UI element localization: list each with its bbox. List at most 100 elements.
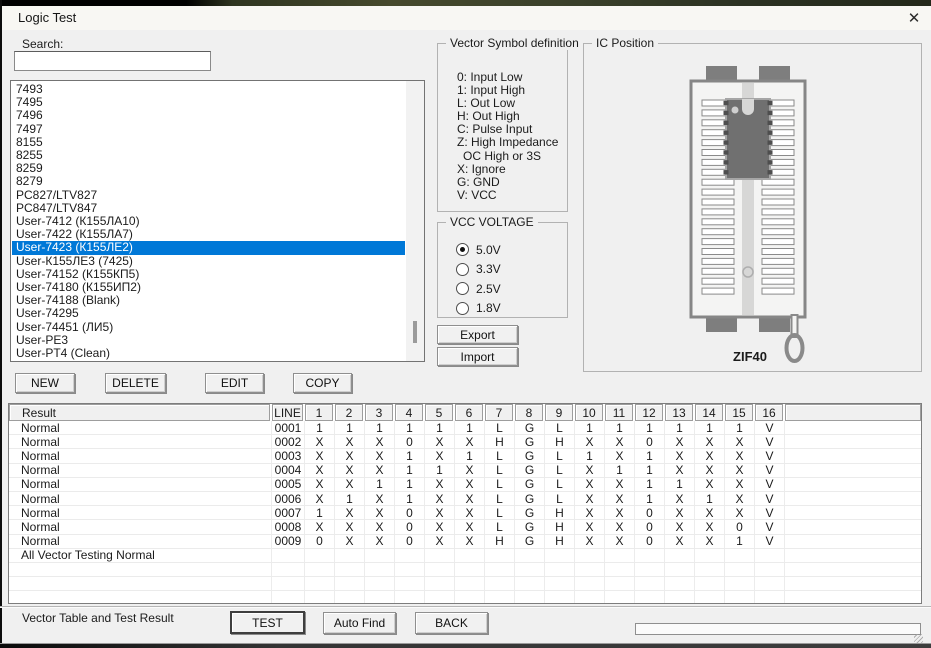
- value-cell: [515, 549, 545, 562]
- list-item[interactable]: User-74451 (ЛИ5): [12, 321, 405, 334]
- list-item[interactable]: 7497: [12, 123, 405, 136]
- value-cell: H: [545, 535, 575, 548]
- radio-icon[interactable]: [456, 243, 469, 256]
- column-header[interactable]: 8: [515, 404, 543, 421]
- value-cell: 1: [695, 421, 725, 434]
- list-item[interactable]: User-7412 (К155ЛА10): [12, 215, 405, 228]
- list-item[interactable]: 8155: [12, 136, 405, 149]
- column-header[interactable]: 13: [665, 404, 693, 421]
- value-cell: 1: [575, 449, 605, 462]
- list-item[interactable]: 7495: [12, 96, 405, 109]
- import-button[interactable]: Import: [437, 347, 518, 366]
- column-header[interactable]: [785, 404, 921, 421]
- table-row[interactable]: Normal0002XXX0XXHGHXX0XXXV: [9, 435, 921, 449]
- close-icon[interactable]: ✕: [904, 8, 924, 28]
- new-button[interactable]: NEW: [15, 373, 75, 393]
- column-header[interactable]: 15: [725, 404, 753, 421]
- value-cell: X: [695, 435, 725, 448]
- column-header[interactable]: 16: [755, 404, 783, 421]
- column-header[interactable]: 9: [545, 404, 573, 421]
- column-header[interactable]: 4: [395, 404, 423, 421]
- table-row[interactable]: Normal0006X1X1XXLGLXX1X1XV: [9, 492, 921, 506]
- table-row[interactable]: [9, 563, 921, 577]
- test-button[interactable]: TEST: [230, 611, 305, 634]
- radio-icon[interactable]: [456, 282, 469, 295]
- column-header[interactable]: 6: [455, 404, 483, 421]
- chip-listbox[interactable]: 74937495749674978155825582598279PC827/LT…: [10, 80, 425, 362]
- resize-grip-icon[interactable]: [914, 634, 923, 643]
- value-cell: [395, 577, 425, 590]
- list-item[interactable]: 8255: [12, 149, 405, 162]
- column-header[interactable]: 1: [305, 404, 333, 421]
- list-item[interactable]: User-7423 (К155ЛЕ2): [12, 241, 405, 254]
- value-cell: X: [575, 492, 605, 505]
- value-cell: [545, 549, 575, 562]
- table-row[interactable]: All Vector Testing Normal: [9, 549, 921, 563]
- column-header[interactable]: 11: [605, 404, 633, 421]
- auto-find-button[interactable]: Auto Find: [323, 612, 396, 634]
- export-button[interactable]: Export: [437, 325, 518, 344]
- value-cell: [335, 563, 365, 576]
- list-item[interactable]: PC827/LTV827: [12, 189, 405, 202]
- value-cell: X: [425, 535, 455, 548]
- list-item[interactable]: PC847/LTV847: [12, 202, 405, 215]
- list-item[interactable]: User-74295: [12, 307, 405, 320]
- value-cell: 0: [395, 435, 425, 448]
- table-row[interactable]: Normal00090XX0XXHGHXX0XX1V: [9, 535, 921, 549]
- edit-button[interactable]: EDIT: [205, 373, 264, 393]
- search-input[interactable]: [14, 51, 211, 71]
- column-header[interactable]: 3: [365, 404, 393, 421]
- list-item[interactable]: User-7422 (К155ЛА7): [12, 228, 405, 241]
- table-row[interactable]: Normal0001111111LGL111111V: [9, 421, 921, 435]
- vcc-option[interactable]: 1.8V: [456, 299, 501, 319]
- back-button[interactable]: BACK: [415, 612, 488, 634]
- value-cell: X: [365, 520, 395, 533]
- value-cell: [335, 591, 365, 604]
- column-header[interactable]: LINE: [272, 404, 303, 421]
- table-row[interactable]: Normal0008XXX0XXLGHXX0XX0V: [9, 520, 921, 534]
- scrollbar-thumb[interactable]: [413, 321, 417, 343]
- line-cell: 0007: [272, 506, 305, 519]
- listbox-scrollbar[interactable]: [406, 81, 424, 361]
- vcc-option[interactable]: 2.5V: [456, 279, 501, 299]
- column-header[interactable]: 7: [485, 404, 513, 421]
- table-row[interactable]: [9, 577, 921, 591]
- list-item[interactable]: 7496: [12, 109, 405, 122]
- value-cell: L: [545, 478, 575, 491]
- list-item[interactable]: 8259: [12, 162, 405, 175]
- table-row[interactable]: Normal0003XXX1X1LGL1X1XXXV: [9, 449, 921, 463]
- vector-symbol-title: Vector Symbol definition: [446, 36, 583, 50]
- value-cell: X: [335, 464, 365, 477]
- value-cell: [665, 549, 695, 562]
- table-row[interactable]: Normal0005XX11XXLGLXX11XXV: [9, 478, 921, 492]
- value-cell: X: [425, 520, 455, 533]
- radio-icon[interactable]: [456, 263, 469, 276]
- delete-button[interactable]: DELETE: [105, 373, 166, 393]
- value-cell: X: [695, 520, 725, 533]
- column-header[interactable]: 10: [575, 404, 603, 421]
- column-header[interactable]: Result: [9, 404, 270, 421]
- list-item[interactable]: 7493: [12, 83, 405, 96]
- list-item[interactable]: User-PT4 (Clean): [12, 347, 405, 360]
- copy-button[interactable]: COPY: [293, 373, 352, 393]
- list-item[interactable]: User-К155ЛЕ3 (7425): [12, 255, 405, 268]
- result-cell: Normal: [9, 492, 272, 505]
- list-item[interactable]: User-74180 (К155ИП2): [12, 281, 405, 294]
- list-item[interactable]: User-74188 (Blank): [12, 294, 405, 307]
- filler-cell: [785, 577, 921, 590]
- list-item[interactable]: 8279: [12, 175, 405, 188]
- column-header[interactable]: 12: [635, 404, 663, 421]
- value-cell: [305, 577, 335, 590]
- vcc-option[interactable]: 3.3V: [456, 260, 501, 280]
- value-cell: 1: [695, 492, 725, 505]
- column-header[interactable]: 2: [335, 404, 363, 421]
- list-item[interactable]: User-74152 (К155КП5): [12, 268, 405, 281]
- vcc-option[interactable]: 5.0V: [456, 240, 501, 260]
- table-row[interactable]: [9, 591, 921, 604]
- list-item[interactable]: User-PE3: [12, 334, 405, 347]
- table-row[interactable]: Normal00071XX0XXLGHXX0XXXV: [9, 506, 921, 520]
- column-header[interactable]: 14: [695, 404, 723, 421]
- radio-icon[interactable]: [456, 302, 469, 315]
- table-row[interactable]: Normal0004XXX11XLGLX11XXXV: [9, 464, 921, 478]
- column-header[interactable]: 5: [425, 404, 453, 421]
